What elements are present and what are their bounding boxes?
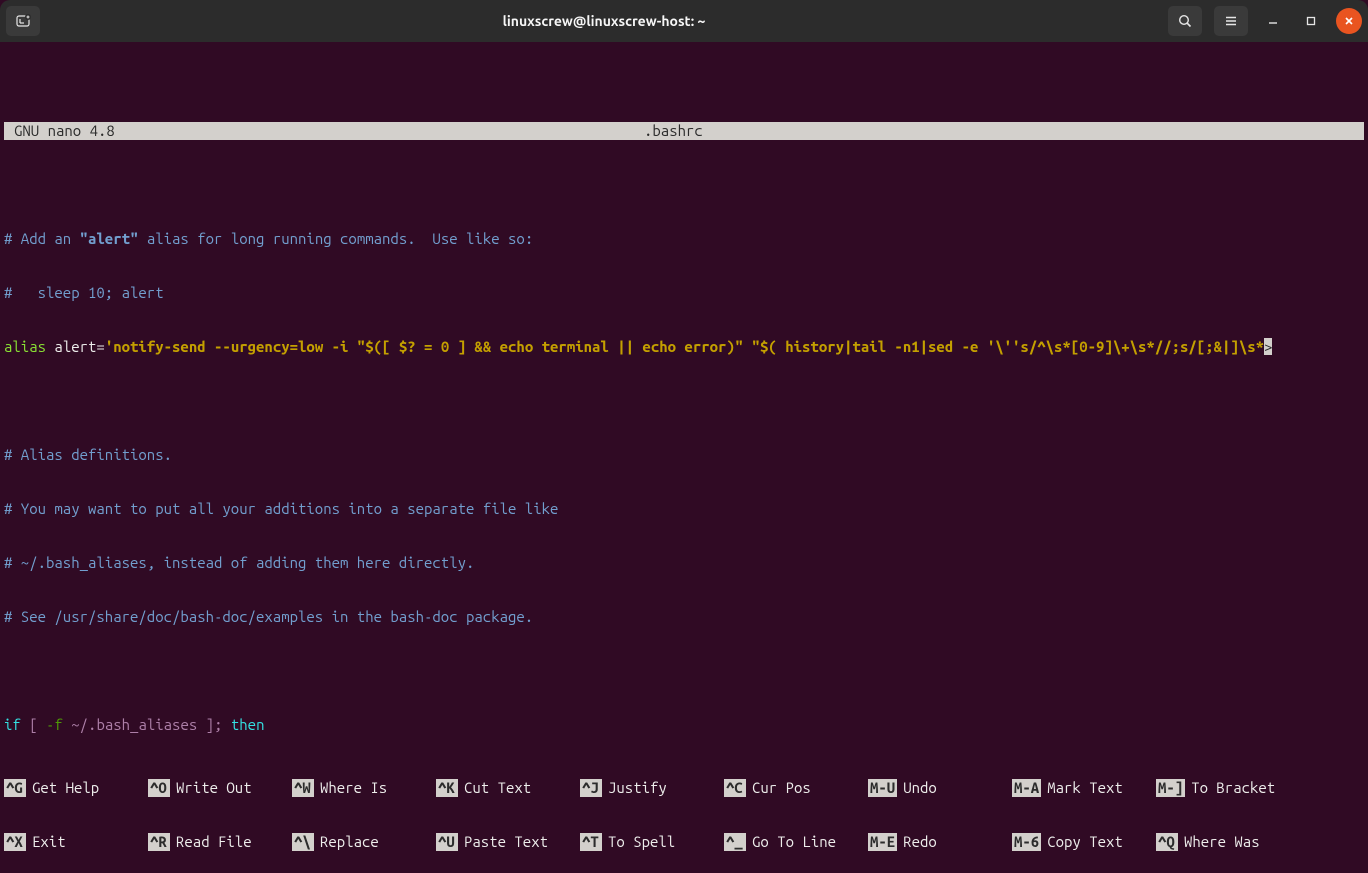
shortcut-key: ^G — [4, 779, 26, 797]
shortcut-key: ^W — [292, 779, 314, 797]
shortcut-label: Where Was — [1184, 833, 1260, 851]
shortcut-label: Read File — [176, 833, 252, 851]
shortcut-label: Where Is — [320, 779, 387, 797]
shortcut-item[interactable]: ^R Read File — [148, 833, 292, 851]
shortcut-key: ^X — [4, 833, 26, 851]
shortcut-key: ^O — [148, 779, 170, 797]
nano-statusbar: GNU nano 4.8 .bashrc — [4, 122, 1364, 140]
code-line: alias alert='notify-send --urgency=low -… — [4, 338, 1364, 356]
menu-button[interactable] — [1214, 6, 1248, 36]
shortcut-item[interactable]: M-E Redo — [868, 833, 1012, 851]
code-line — [4, 392, 1364, 410]
shortcut-item[interactable]: ^T To Spell — [580, 833, 724, 851]
maximize-button[interactable] — [1298, 8, 1324, 34]
shortcut-item[interactable]: ^W Where Is — [292, 779, 436, 797]
code-line — [4, 662, 1364, 680]
shortcut-item[interactable]: M-U Undo — [868, 779, 1012, 797]
shortcut-key: M-U — [868, 779, 897, 797]
nano-shortcut-bar: ^G Get Help ^O Write Out ^W Where Is ^K Cut Tex… — [0, 743, 1368, 873]
code-line: # Alias definitions. — [4, 446, 1364, 464]
window-title: linuxscrew@linuxscrew-host: ~ — [40, 13, 1168, 29]
code-line: if [ -f ~/.bash_aliases ]; then — [4, 716, 1364, 734]
shortcut-label: Cur Pos — [752, 779, 811, 797]
code-line: # Add an "alert" alias for long running … — [4, 230, 1364, 248]
code-line: # You may want to put all your additions… — [4, 500, 1364, 518]
terminal-tab-icon — [15, 13, 31, 29]
maximize-icon — [1305, 15, 1317, 27]
shortcut-item[interactable]: M-] To Bracket — [1156, 779, 1300, 797]
shortcut-label: Cut Text — [464, 779, 531, 797]
shortcut-item[interactable]: M-6 Copy Text — [1012, 833, 1156, 851]
close-icon — [1343, 15, 1355, 27]
shortcut-key: M-6 — [1012, 833, 1041, 851]
nano-filename: .bashrc — [644, 122, 1364, 140]
shortcut-item[interactable]: ^O Write Out — [148, 779, 292, 797]
shortcut-item[interactable]: ^_ Go To Line — [724, 833, 868, 851]
shortcut-item[interactable]: ^\ Replace — [292, 833, 436, 851]
shortcut-item[interactable]: ^U Paste Text — [436, 833, 580, 851]
shortcut-label: Mark Text — [1047, 779, 1123, 797]
shortcut-key: ^U — [436, 833, 458, 851]
shortcut-label: To Bracket — [1191, 779, 1275, 797]
hamburger-icon — [1223, 13, 1239, 29]
search-icon — [1177, 13, 1193, 29]
code-line: # sleep 10; alert — [4, 284, 1364, 302]
shortcut-label: Exit — [32, 833, 66, 851]
shortcut-label: Write Out — [176, 779, 252, 797]
shortcut-key: ^J — [580, 779, 602, 797]
shortcut-item[interactable]: ^X Exit — [4, 833, 148, 851]
search-button[interactable] — [1168, 6, 1202, 36]
minimize-icon — [1267, 15, 1279, 27]
shortcut-key: M-] — [1156, 779, 1185, 797]
shortcut-key: ^Q — [1156, 833, 1178, 851]
shortcut-label: Redo — [903, 833, 937, 851]
shortcut-key: ^T — [580, 833, 602, 851]
shortcut-label: Copy Text — [1047, 833, 1123, 851]
window-titlebar: linuxscrew@linuxscrew-host: ~ — [0, 0, 1368, 42]
code-line: # ~/.bash_aliases, instead of adding the… — [4, 554, 1364, 572]
shortcut-key: ^K — [436, 779, 458, 797]
shortcut-item[interactable]: M-A Mark Text — [1012, 779, 1156, 797]
shortcut-key: ^R — [148, 833, 170, 851]
shortcut-key: ^\ — [292, 833, 314, 851]
shortcut-label: Paste Text — [464, 833, 548, 851]
code-line: # See /usr/share/doc/bash-doc/examples i… — [4, 608, 1364, 626]
shortcut-item[interactable]: ^K Cut Text — [436, 779, 580, 797]
shortcut-item[interactable]: ^C Cur Pos — [724, 779, 868, 797]
shortcut-item[interactable]: ^Q Where Was — [1156, 833, 1300, 851]
shortcut-label: Replace — [320, 833, 379, 851]
shortcut-key: M-E — [868, 833, 897, 851]
terminal-viewport[interactable]: GNU nano 4.8 .bashrc # Add an "alert" al… — [0, 42, 1368, 743]
shortcut-label: Justify — [608, 779, 667, 797]
shortcut-item[interactable]: ^G Get Help — [4, 779, 148, 797]
shortcut-label: Get Help — [32, 779, 99, 797]
shortcut-label: Undo — [903, 779, 937, 797]
close-button[interactable] — [1336, 8, 1362, 34]
shortcut-row: ^G Get Help ^O Write Out ^W Where Is ^K Cut Tex… — [4, 779, 1364, 797]
shortcut-item[interactable]: ^J Justify — [580, 779, 724, 797]
nano-app-name: GNU nano 4.8 — [4, 122, 644, 140]
new-tab-button[interactable] — [6, 6, 40, 36]
shortcut-key: M-A — [1012, 779, 1041, 797]
minimize-button[interactable] — [1260, 8, 1286, 34]
shortcut-row: ^X Exit ^R Read File ^\ Replace ^U Paste Text ^T… — [4, 833, 1364, 851]
shortcut-label: To Spell — [608, 833, 675, 851]
shortcut-key: ^C — [724, 779, 746, 797]
shortcut-label: Go To Line — [752, 833, 836, 851]
shortcut-key: ^_ — [724, 833, 746, 851]
